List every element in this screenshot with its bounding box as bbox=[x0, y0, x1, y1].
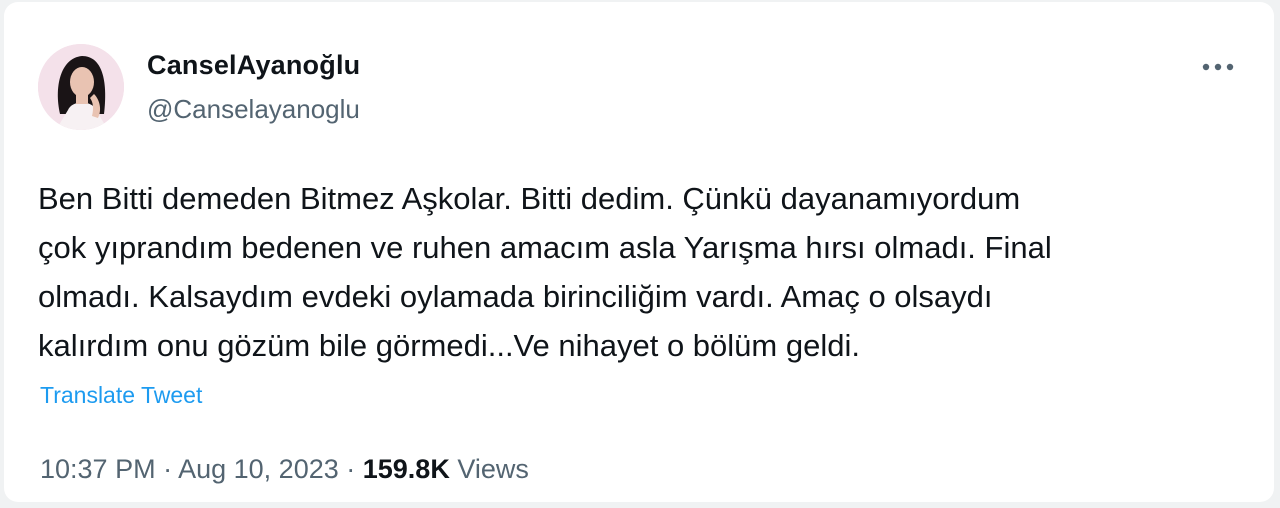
tweet-meta: 10:37 PM · Aug 10, 2023 · 159.8K Views bbox=[40, 454, 529, 485]
views-label: Views bbox=[457, 454, 529, 484]
views-count: 159.8K bbox=[362, 454, 450, 484]
tweet-text-line: Ben Bitti demeden Bitmez Aşkolar. Bitti … bbox=[38, 181, 1021, 216]
user-handle[interactable]: @Canselayanoglu bbox=[147, 94, 360, 125]
tweet-text-line: çok yıprandım bedenen ve ruhen amacım as… bbox=[38, 230, 1052, 265]
tweet-text-line: olmadı. Kalsaydım evdeki oylamada birinc… bbox=[38, 279, 993, 314]
display-name[interactable]: CanselAyanoğlu bbox=[147, 50, 360, 81]
more-horizontal-icon bbox=[1202, 63, 1234, 71]
tweet-time[interactable]: 10:37 PM bbox=[40, 454, 156, 484]
tweet-card: CanselAyanoğlu @Canselayanoglu Ben Bitti… bbox=[4, 2, 1274, 502]
tweet-text-line: kalırdım onu gözüm bile görmedi...Ve nih… bbox=[38, 328, 860, 363]
translate-tweet-link[interactable]: Translate Tweet bbox=[40, 382, 202, 409]
avatar-image bbox=[38, 44, 124, 130]
tweet-date[interactable]: Aug 10, 2023 bbox=[178, 454, 339, 484]
tweet-text: Ben Bitti demeden Bitmez Aşkolar. Bitti … bbox=[38, 174, 1238, 370]
meta-separator: · bbox=[155, 454, 179, 484]
avatar[interactable] bbox=[38, 44, 124, 130]
more-options-button[interactable] bbox=[1196, 52, 1240, 82]
meta-separator: · bbox=[338, 454, 363, 484]
